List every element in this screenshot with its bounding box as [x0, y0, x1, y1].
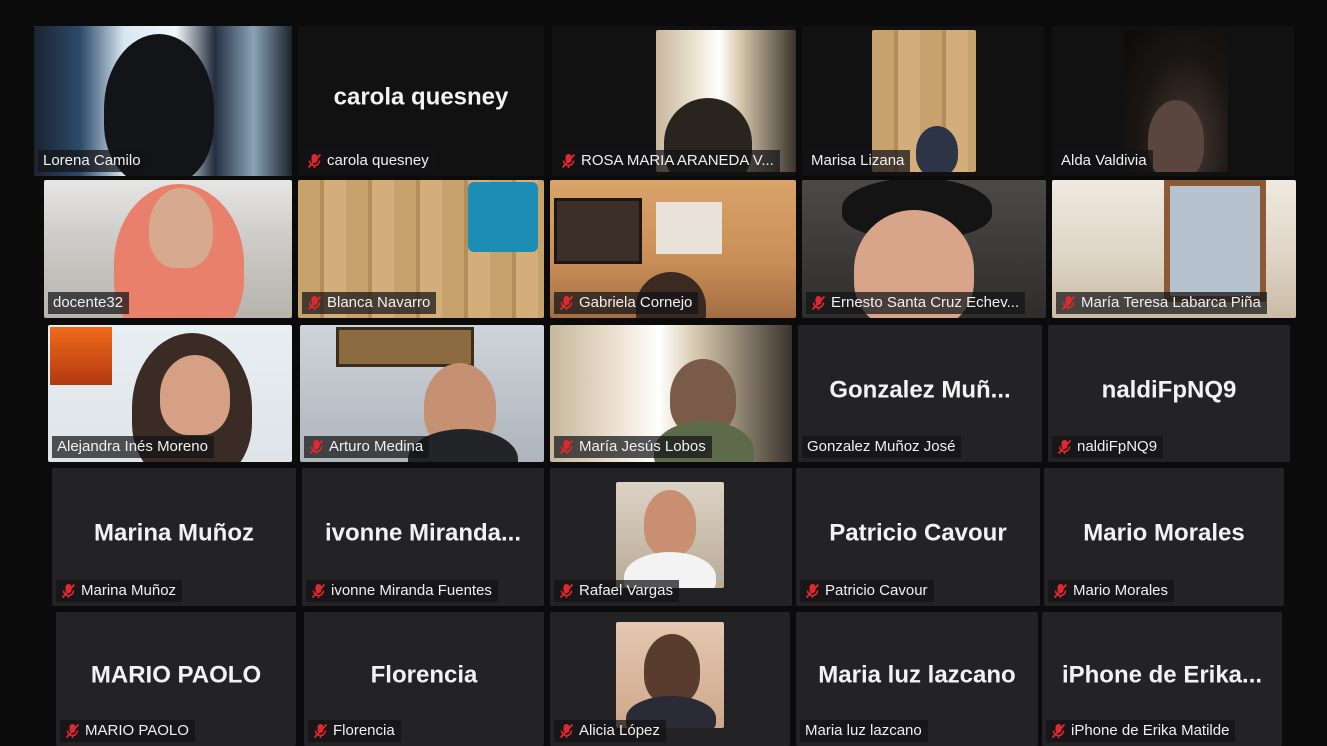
name-label: Alicia López — [554, 720, 666, 742]
tile-docente32[interactable]: docente32 — [44, 180, 292, 318]
name-label: Florencia — [308, 720, 401, 742]
name-label: Gabriela Cornejo — [554, 292, 699, 314]
display-name: MARIO PAOLO — [90, 661, 262, 689]
tile-gabriela[interactable]: Gabriela Cornejo — [550, 180, 796, 318]
tile-marisa[interactable]: Marisa Lizana — [802, 26, 1044, 176]
name-label: ROSA MARIA ARANEDA V... — [556, 150, 780, 172]
tile-mariateresa[interactable]: María Teresa Labarca Piña — [1052, 180, 1296, 318]
gallery-view: Lorena Camilo carola quesney carola ques… — [0, 0, 1327, 746]
tile-lorena[interactable]: Lorena Camilo — [34, 26, 292, 176]
name-label: MARIO PAOLO — [60, 720, 195, 742]
name-label: ivonne Miranda Fuentes — [306, 580, 498, 602]
tile-naldi[interactable]: naldiFpNQ9 naldiFpNQ9 — [1048, 325, 1290, 462]
microphone-muted-icon — [61, 583, 76, 599]
microphone-muted-icon — [559, 439, 574, 455]
display-name: Florencia — [370, 661, 478, 689]
tile-mariajesus[interactable]: María Jesús Lobos — [550, 325, 792, 462]
tile-alda[interactable]: Alda Valdivia — [1052, 26, 1294, 176]
tile-alejandra[interactable]: Alejandra Inés Moreno — [48, 325, 292, 462]
display-name: naldiFpNQ9 — [1101, 376, 1237, 404]
display-name: Gonzalez Muñ... — [829, 376, 1011, 404]
tile-carola[interactable]: carola quesney carola quesney — [298, 26, 544, 176]
tile-rosa[interactable]: ROSA MARIA ARANEDA V... — [552, 26, 796, 176]
tile-florencia[interactable]: Florencia Florencia — [304, 612, 544, 746]
tile-mariopaolo[interactable]: MARIO PAOLO MARIO PAOLO — [56, 612, 296, 746]
display-name: ivonne Miranda... — [324, 519, 522, 547]
display-name: Marina Muñoz — [94, 519, 254, 547]
name-label: Ernesto Santa Cruz Echev... — [806, 292, 1026, 314]
name-label: iPhone de Erika Matilde — [1046, 720, 1236, 742]
display-name: carola quesney — [333, 83, 509, 111]
tile-blanca[interactable]: Blanca Navarro — [298, 180, 544, 318]
microphone-muted-icon — [811, 295, 826, 311]
tile-arturo[interactable]: Arturo Medina — [300, 325, 544, 462]
tile-iphone[interactable]: iPhone de Erika... iPhone de Erika Matil… — [1042, 612, 1282, 746]
microphone-muted-icon — [1057, 439, 1072, 455]
name-label: Blanca Navarro — [302, 292, 437, 314]
tile-mario[interactable]: Mario Morales Mario Morales — [1044, 468, 1284, 606]
microphone-muted-icon — [311, 583, 326, 599]
display-name: Maria luz lazcano — [818, 661, 1016, 689]
name-label: naldiFpNQ9 — [1052, 436, 1164, 458]
microphone-muted-icon — [313, 723, 328, 739]
microphone-muted-icon — [559, 583, 574, 599]
microphone-muted-icon — [805, 583, 820, 599]
name-label: Alejandra Inés Moreno — [52, 436, 214, 458]
microphone-muted-icon — [307, 153, 322, 169]
microphone-muted-icon — [309, 439, 324, 455]
name-label: Marisa Lizana — [806, 150, 911, 172]
name-label: María Teresa Labarca Piña — [1056, 292, 1267, 314]
tile-patricio[interactable]: Patricio Cavour Patricio Cavour — [796, 468, 1040, 606]
name-label: Lorena Camilo — [38, 150, 147, 172]
name-label: Patricio Cavour — [800, 580, 934, 602]
name-label: Rafael Vargas — [554, 580, 679, 602]
microphone-muted-icon — [559, 723, 574, 739]
tile-rafael[interactable]: Rafael Vargas — [550, 468, 792, 606]
display-name: iPhone de Erika... — [1061, 661, 1263, 689]
microphone-muted-icon — [559, 295, 574, 311]
tile-marialuz[interactable]: Maria luz lazcano Maria luz lazcano — [796, 612, 1038, 746]
name-label: Mario Morales — [1048, 580, 1175, 602]
microphone-muted-icon — [1053, 583, 1068, 599]
name-label: Gonzalez Muñoz José — [802, 436, 962, 458]
tile-ernesto[interactable]: Ernesto Santa Cruz Echev... — [802, 180, 1046, 318]
microphone-muted-icon — [1051, 723, 1066, 739]
name-label: María Jesús Lobos — [554, 436, 712, 458]
microphone-muted-icon — [1061, 295, 1076, 311]
display-name: Patricio Cavour — [829, 519, 1007, 547]
microphone-muted-icon — [307, 295, 322, 311]
tile-ivonne[interactable]: ivonne Miranda... ivonne Miranda Fuentes — [302, 468, 544, 606]
video-thumbnail — [616, 482, 724, 588]
microphone-muted-icon — [561, 153, 576, 169]
name-label: carola quesney — [302, 150, 435, 172]
tile-marina[interactable]: Marina Muñoz Marina Muñoz — [52, 468, 296, 606]
tile-gonzalez[interactable]: Gonzalez Muñ... Gonzalez Muñoz José — [798, 325, 1042, 462]
name-label: Alda Valdivia — [1056, 150, 1153, 172]
name-label: Marina Muñoz — [56, 580, 183, 602]
name-label: docente32 — [48, 292, 130, 314]
name-label: Arturo Medina — [304, 436, 430, 458]
name-label: Maria luz lazcano — [800, 720, 928, 742]
video-thumbnail — [616, 622, 724, 728]
display-name: Mario Morales — [1083, 519, 1245, 547]
microphone-muted-icon — [65, 723, 80, 739]
tile-alicia[interactable]: Alicia López — [550, 612, 790, 746]
